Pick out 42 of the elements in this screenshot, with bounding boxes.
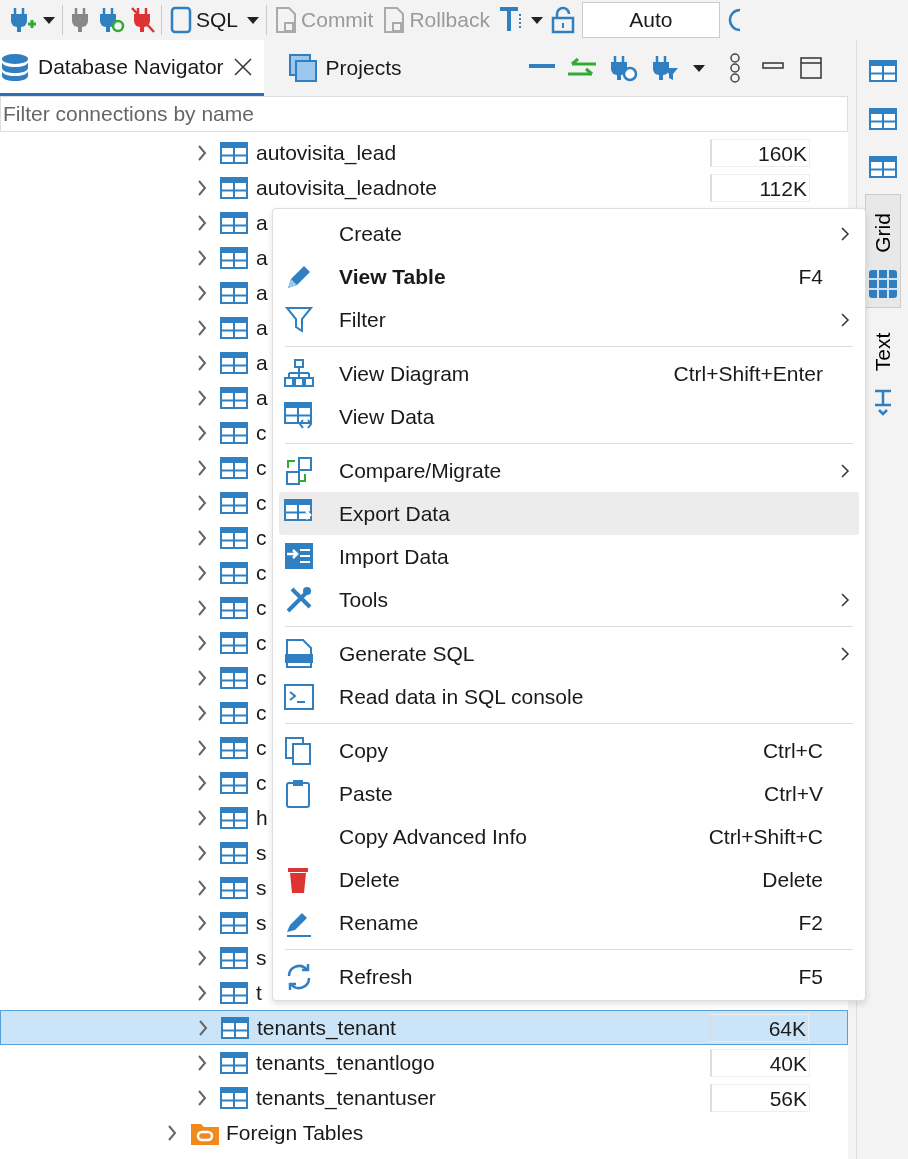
table-name: c xyxy=(256,419,267,446)
shortcut-text: Ctrl+Shift+Enter xyxy=(673,360,823,387)
shortcut-text: Ctrl+Shift+C xyxy=(708,823,823,850)
shortcut-text: F4 xyxy=(798,263,823,290)
table-name: s xyxy=(256,839,267,866)
table-name: a xyxy=(256,349,268,376)
table-name: tenants_tenantlogo xyxy=(256,1049,435,1077)
table-name: a xyxy=(256,209,268,236)
table-name: h xyxy=(256,804,268,831)
table-name: c xyxy=(256,594,267,621)
table-name: c xyxy=(256,699,267,726)
table-name: autovisita_lead xyxy=(256,139,397,167)
row-count: 56K xyxy=(710,1083,810,1112)
table-name: c xyxy=(256,734,267,761)
row-count: 112K xyxy=(710,173,810,202)
row-count: 160K xyxy=(710,138,810,167)
table-name: c xyxy=(256,629,267,656)
table-name: c xyxy=(256,559,267,586)
table-name: s xyxy=(256,944,267,971)
table-name: s xyxy=(256,874,267,901)
table-name: c xyxy=(256,524,267,551)
shortcut-text: F5 xyxy=(798,963,823,990)
shortcut-text: Ctrl+V xyxy=(764,780,823,807)
shortcut-text: Ctrl+C xyxy=(762,737,823,764)
table-name: t xyxy=(256,979,262,1006)
table-name: c xyxy=(256,664,267,691)
table-name: tenants_tenantuser xyxy=(256,1084,436,1112)
row-count: 64K xyxy=(709,1013,809,1042)
table-name: autovisita_leadnote xyxy=(256,174,437,202)
shortcut-text: Delete xyxy=(762,866,823,893)
row-count: 40K xyxy=(710,1048,810,1077)
table-name: a xyxy=(256,314,268,341)
table-name: c xyxy=(256,454,267,481)
table-name: tenants_tenant xyxy=(257,1014,396,1042)
table-name: a xyxy=(256,244,268,271)
table-name: a xyxy=(256,384,268,411)
table-name: c xyxy=(256,769,267,796)
table-name: c xyxy=(256,489,267,516)
table-name: s xyxy=(256,909,267,936)
shortcut-text: F2 xyxy=(798,909,823,936)
folder-name: Foreign Tables xyxy=(226,1119,364,1146)
table-name: a xyxy=(256,279,268,306)
